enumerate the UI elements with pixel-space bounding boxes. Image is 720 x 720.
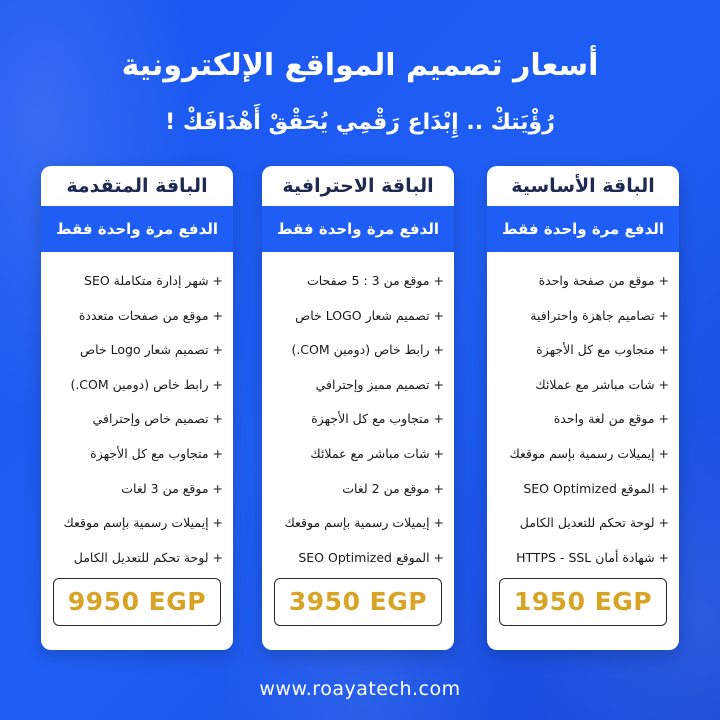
page-title: أسعار تصميم المواقع الإلكترونية [121, 48, 599, 83]
page-subtitle: رُؤْيَتكْ .. إِبْدَاع رَقْمِي يُحَقْقْ أ… [165, 110, 555, 135]
feature-item: + شهادة أمان HTTPS - SSL [516, 549, 669, 565]
payment-note: الدفع مرة واحدة فقط [41, 206, 233, 252]
feature-item: + موقع من صفحة واحدة [538, 273, 669, 288]
feature-item: + موقع من صفحات متعددة [78, 307, 223, 323]
feature-list: + موقع من صفحة واحدة + تصاميم جاهزة واحت… [487, 252, 679, 575]
feature-item: + متجاوب مع كل الأجهزة [536, 342, 669, 358]
package-name: الباقة المتقدمة [66, 175, 208, 197]
feature-item: + الموقع SEO Optimized [523, 480, 669, 496]
website-url: www.roayatech.com [259, 678, 461, 700]
feature-item: + إيميلات رسمية بإسم موقعك [63, 515, 223, 531]
feature-item: + الموقع SEO Optimized [298, 549, 444, 565]
feature-item: + إيميلات رسمية بإسم موقعك [509, 445, 669, 461]
feature-item: + شات مباشر مع عملائك [535, 376, 669, 392]
feature-item: + تصميم شعار Logo خاص [80, 342, 223, 358]
feature-item: + لوحة تحكم للتعديل الكامل [73, 549, 223, 565]
feature-item: + متجاوب مع كل الأجهزة [311, 411, 444, 427]
feature-item: + تصميم مميز وإحترافي [315, 376, 444, 392]
package-card-basic: الباقة الأساسية الدفع مرة واحدة فقط + مو… [487, 166, 679, 650]
feature-list: + شهر إدارة متكاملة SEO + موقع من صفحات … [41, 252, 233, 575]
package-name: الباقة الأساسية [511, 175, 655, 197]
feature-item: + شات مباشر مع عملائك [310, 445, 444, 461]
feature-item: + تصميم خاص وإحترافي [92, 411, 223, 427]
feature-item: + رابط خاص (دومين COM.) [291, 342, 444, 358]
feature-item: + موقع من 3 لغات [121, 480, 223, 496]
feature-item: + تصميم شعار LOGO خاص [295, 307, 444, 323]
package-name: الباقة الاحترافية [282, 175, 434, 197]
price-tag: 1950 EGP [499, 578, 667, 626]
payment-note: الدفع مرة واحدة فقط [262, 206, 454, 252]
feature-item: + تصاميم جاهزة واحترافية [530, 307, 669, 323]
payment-note: الدفع مرة واحدة فقط [487, 206, 679, 252]
feature-item: + موقع من 3 : 5 صفحات [306, 273, 444, 288]
feature-item: + شهر إدارة متكاملة SEO [84, 273, 223, 288]
price-tag: 9950 EGP [53, 578, 221, 626]
feature-item: + رابط خاص (دومين COM.) [70, 376, 223, 392]
feature-item: + لوحة تحكم للتعديل الكامل [519, 515, 669, 531]
feature-item: + متجاوب مع كل الأجهزة [90, 445, 223, 461]
package-card-advanced: الباقة المتقدمة الدفع مرة واحدة فقط + شه… [41, 166, 233, 650]
feature-list: + موقع من 3 : 5 صفحات + تصميم شعار LOGO … [262, 252, 454, 575]
feature-item: + موقع من 2 لغات [342, 480, 444, 496]
package-card-professional: الباقة الاحترافية الدفع مرة واحدة فقط + … [262, 166, 454, 650]
price-tag: 3950 EGP [274, 578, 442, 626]
feature-item: + موقع من لغة واحدة [553, 411, 669, 427]
feature-item: + إيميلات رسمية بإسم موقعك [284, 515, 444, 531]
